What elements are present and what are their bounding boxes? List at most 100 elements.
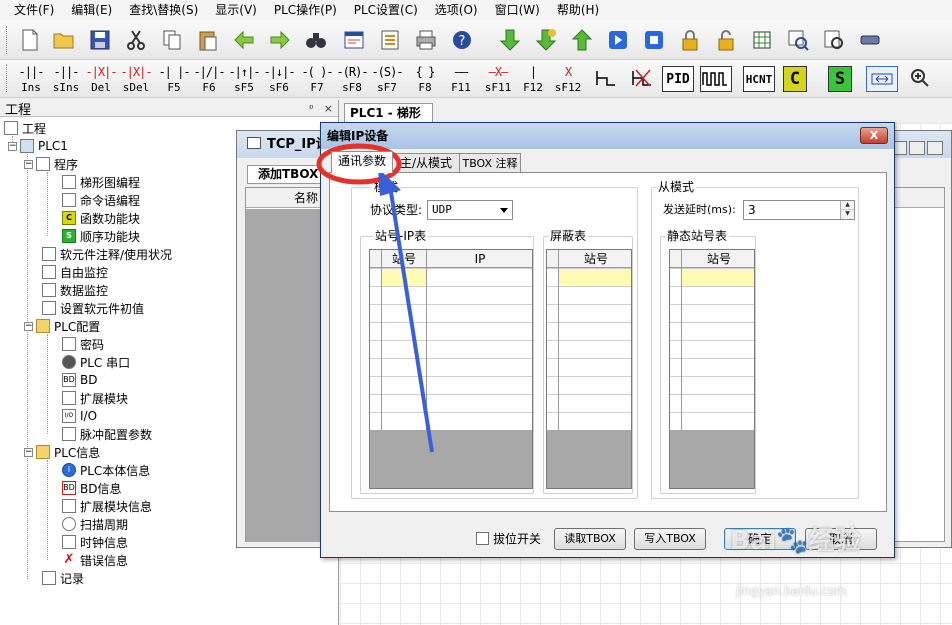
pid-button[interactable]: PID — [662, 66, 694, 92]
rung-icon[interactable] — [592, 64, 620, 92]
tree-item-instruction[interactable]: 命令语编程 — [62, 191, 140, 209]
write-tbox-button[interactable]: 写入TBOX — [634, 528, 706, 550]
tree-item-plc-info[interactable]: − PLC信息 — [24, 443, 100, 461]
tree-item-io[interactable]: I/O I/O — [62, 407, 97, 425]
tree-item-plc1[interactable]: − PLC1 — [8, 137, 68, 155]
selected-cell[interactable] — [382, 269, 426, 286]
run-icon[interactable] — [604, 26, 632, 54]
zoom-in-icon[interactable] — [906, 64, 934, 92]
serial-connector-icon[interactable] — [856, 26, 884, 54]
tree-item-expansion-info[interactable]: 扩展模块信息 — [62, 497, 152, 515]
upload-arrow-icon[interactable] — [568, 26, 596, 54]
zoom-search-icon[interactable] — [820, 26, 848, 54]
window-icon[interactable] — [340, 26, 368, 54]
s-block-button[interactable]: S — [828, 66, 852, 92]
send-delay-spinner[interactable]: 3 ▲ ▼ — [743, 200, 855, 220]
fit-window-icon[interactable] — [866, 66, 898, 92]
menu-file[interactable]: 文件(F) — [8, 0, 65, 20]
menu-plc-operation[interactable]: PLC操作(P) — [268, 0, 348, 20]
spin-down-icon[interactable]: ▼ — [840, 210, 854, 219]
ladder-hline-button[interactable]: —— F11 — [444, 62, 478, 96]
ip-table[interactable]: 站号 IP — [369, 249, 533, 489]
menu-find-replace[interactable]: 查找\替换(S) — [123, 0, 209, 20]
menu-help[interactable]: 帮助(H) — [551, 0, 610, 20]
menu-options[interactable]: 选项(O) — [429, 0, 489, 20]
tree-item-clock[interactable]: 时钟信息 — [62, 533, 128, 551]
menu-window[interactable]: 窗口(W) — [489, 0, 551, 20]
collapse-icon[interactable]: − — [24, 321, 33, 331]
protocol-select[interactable]: UDP — [427, 200, 513, 220]
ladder-falling-edge-button[interactable]: -|↓|- sF6 — [262, 62, 296, 96]
tree-item-plc-body-info[interactable]: i PLC本体信息 — [62, 461, 150, 479]
add-tbox-tab[interactable]: 添加TBOX — [247, 165, 323, 184]
save-icon[interactable] — [86, 26, 114, 54]
tree-item-plc-config[interactable]: − PLC配置 — [24, 317, 100, 335]
download-arrow-icon[interactable] — [496, 26, 524, 54]
delete-rung-icon[interactable] — [628, 64, 656, 92]
tree-item-pulse[interactable]: 脉冲配置参数 — [62, 425, 152, 443]
ladder-nc-contact-button[interactable]: -|/|- F6 — [192, 62, 226, 96]
toolbar-grip[interactable] — [6, 64, 9, 92]
forward-arrow-icon[interactable] — [266, 26, 294, 54]
tree-item-function-block[interactable]: C 函数功能块 — [62, 209, 140, 227]
copy-icon[interactable] — [158, 26, 186, 54]
tree-item-ladder[interactable]: 梯形图编程 — [62, 173, 140, 191]
collapse-icon[interactable]: − — [24, 159, 33, 169]
lock-icon[interactable] — [676, 26, 704, 54]
tree-item-scan-cycle[interactable]: 扫描周期 — [62, 515, 128, 533]
paste-icon[interactable] — [194, 26, 222, 54]
close-icon[interactable]: × — [324, 102, 333, 115]
tree-item-record[interactable]: 记录 — [42, 569, 84, 587]
toolbar-grip[interactable] — [6, 26, 9, 54]
window-close-button[interactable] — [927, 141, 943, 155]
tree-item-program[interactable]: − 程序 — [24, 155, 78, 173]
ladder-set-coil-button[interactable]: -(S)- sF7 — [370, 62, 404, 96]
download-setting-icon[interactable] — [532, 26, 560, 54]
tree-item-serial-port[interactable]: PLC 串口 — [62, 353, 130, 371]
help-icon[interactable]: ? — [448, 26, 476, 54]
tree-item-data-monitor[interactable]: 数据监控 — [42, 281, 108, 299]
selected-cell[interactable] — [682, 269, 754, 286]
monitor-search-icon[interactable] — [784, 26, 812, 54]
ladder-ins-button[interactable]: -||- Ins — [14, 62, 48, 96]
ladder-delete-vline-button[interactable]: XsF12 — [551, 62, 585, 96]
tree-item-bd[interactable]: BD BD — [62, 371, 97, 389]
find-binoculars-icon[interactable] — [302, 26, 330, 54]
ladder-del-button[interactable]: -|X|- Del — [84, 62, 118, 96]
menu-plc-settings[interactable]: PLC设置(C) — [348, 0, 429, 20]
cut-icon[interactable] — [122, 26, 150, 54]
ladder-delete-hline-button[interactable]: —X— sF11 — [481, 62, 515, 96]
tree-item-comments[interactable]: 软元件注释/使用状况 — [42, 245, 172, 263]
tab-plc1-ladder[interactable]: PLC1 - 梯形图 — [344, 103, 433, 139]
pulse-button[interactable] — [700, 66, 732, 92]
c-block-button[interactable]: C — [783, 66, 807, 92]
tree-item-password[interactable]: 密码 — [62, 335, 104, 353]
ladder-sins-button[interactable]: -||- sIns — [49, 62, 83, 96]
ladder-no-contact-button[interactable]: -| |- F5 — [157, 62, 191, 96]
tab-tbox-comment[interactable]: TBOX 注释 — [459, 153, 521, 173]
ladder-reset-coil-button[interactable]: -(R)- sF8 — [335, 62, 369, 96]
maximize-button[interactable] — [909, 141, 925, 155]
new-file-icon[interactable] — [16, 26, 44, 54]
tab-master-slave[interactable]: 主/从模式 — [392, 153, 460, 173]
ladder-instruction-button[interactable]: { } F8 — [408, 62, 442, 96]
stop-icon[interactable] — [640, 26, 668, 54]
tree-item-expansion[interactable]: 扩展模块 — [62, 389, 128, 407]
dip-switch-checkbox[interactable] — [476, 532, 489, 545]
open-folder-icon[interactable] — [50, 26, 78, 54]
unlock-icon[interactable] — [712, 26, 740, 54]
collapse-icon[interactable]: − — [24, 447, 33, 457]
shield-table[interactable]: 站号 — [546, 249, 632, 489]
ladder-vline-button[interactable]: | F12 — [516, 62, 550, 96]
back-arrow-icon[interactable] — [230, 26, 258, 54]
dialog-close-button[interactable]: X — [860, 127, 888, 144]
tree-item-initial-values[interactable]: 设置软元件初值 — [42, 299, 144, 317]
selected-cell[interactable] — [559, 269, 631, 286]
pin-icon[interactable]: ᵖ — [309, 102, 314, 115]
print-icon[interactable] — [412, 26, 440, 54]
read-tbox-button[interactable]: 读取TBOX — [554, 528, 626, 550]
ladder-rising-edge-button[interactable]: -|↑|- sF5 — [227, 62, 261, 96]
hcnt-button[interactable]: HCNT — [743, 66, 775, 92]
collapse-icon[interactable]: − — [8, 141, 17, 151]
tree-item-free-monitor[interactable]: 自由监控 — [42, 263, 108, 281]
